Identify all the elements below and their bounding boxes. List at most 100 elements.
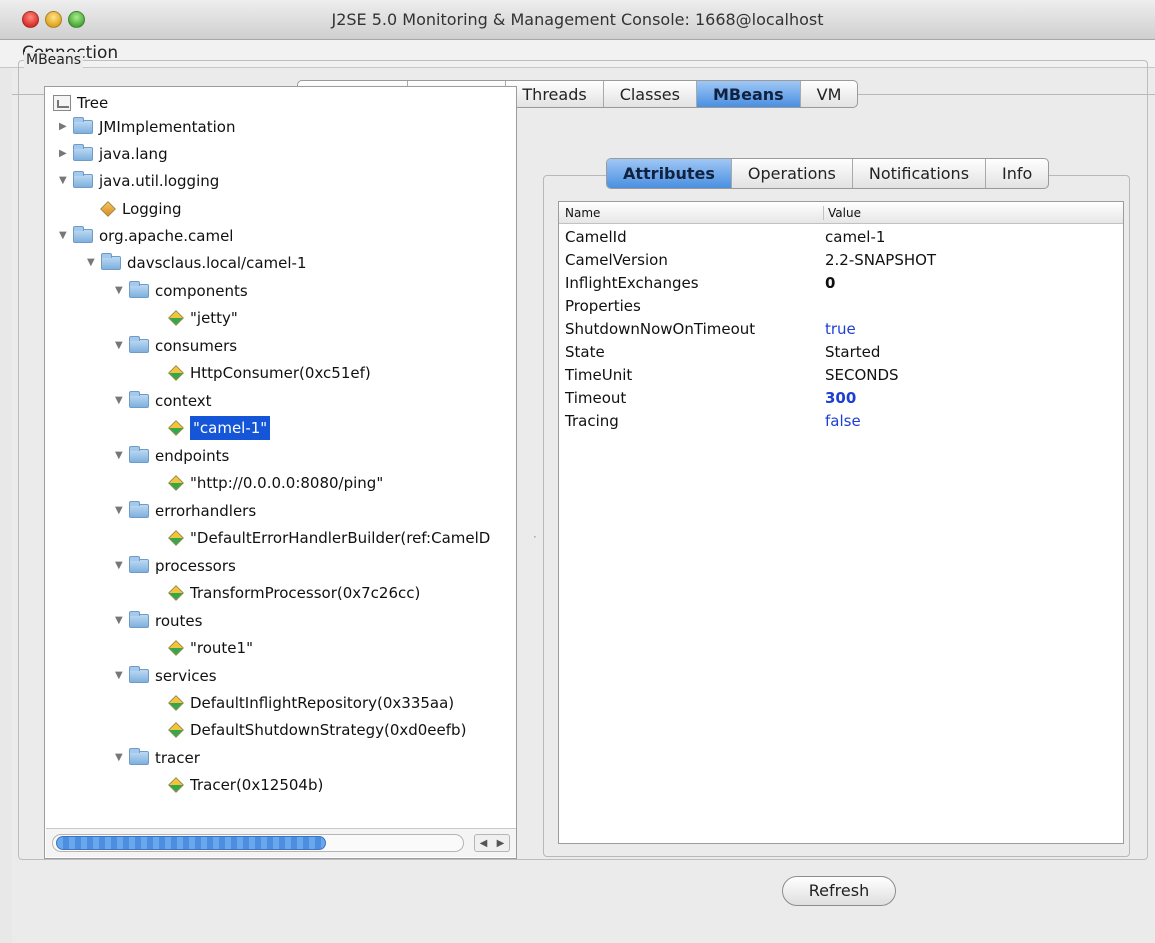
tree-node-label: endpoints xyxy=(155,447,230,465)
tree-leaf-label: Tracer(0x12504b) xyxy=(190,776,324,794)
collapse-triangle-icon[interactable]: ▼ xyxy=(115,444,129,468)
collapse-triangle-icon[interactable]: ▼ xyxy=(115,664,129,688)
table-row[interactable]: Tracing false xyxy=(559,410,1123,433)
attribute-value[interactable]: 0 xyxy=(825,274,835,292)
table-row[interactable]: CamelVersion 2.2-SNAPSHOT xyxy=(559,249,1123,272)
folder-icon xyxy=(129,446,149,463)
collapse-triangle-icon[interactable]: ▼ xyxy=(115,499,129,523)
attributes-table[interactable]: Name Value CamelId camel-1 CamelVersion … xyxy=(558,201,1124,844)
collapse-triangle-icon[interactable]: ▼ xyxy=(115,389,129,413)
tree-node[interactable]: ▼ errorhandlers xyxy=(115,499,256,523)
collapse-triangle-icon[interactable]: ▼ xyxy=(115,279,129,303)
table-row[interactable]: State Started xyxy=(559,341,1123,364)
table-row[interactable]: CamelId camel-1 xyxy=(559,226,1123,249)
scroll-right-arrow-icon[interactable]: ▶ xyxy=(497,838,505,849)
tab-notifications[interactable]: Notifications xyxy=(853,159,987,188)
attribute-value[interactable]: 300 xyxy=(825,389,856,407)
folder-icon xyxy=(129,611,149,628)
tree-node-label: consumers xyxy=(155,337,238,355)
tree-leaf-label: HttpConsumer(0xc51ef) xyxy=(190,364,371,382)
tree-node[interactable]: ▼ consumers xyxy=(115,334,237,358)
attribute-name: Timeout xyxy=(565,389,627,407)
tree-root[interactable]: Tree xyxy=(53,91,108,115)
tree-node[interactable]: ▼ java.util.logging xyxy=(59,169,219,193)
tree-leaf[interactable]: "http://0.0.0.0:8080/ping" xyxy=(168,471,384,495)
tree-node-label: context xyxy=(155,392,212,410)
folder-icon xyxy=(129,336,149,353)
split-pane-divider-grip-icon[interactable]: · xyxy=(533,530,537,544)
scroll-left-arrow-icon[interactable]: ◀ xyxy=(480,838,488,849)
tree-leaf[interactable]: HttpConsumer(0xc51ef) xyxy=(168,361,371,385)
expand-triangle-icon[interactable]: ▶ xyxy=(59,142,73,166)
tree-horizontal-scrollbar[interactable]: ◀ ▶ xyxy=(46,828,516,857)
tree-node[interactable]: ▼ components xyxy=(115,279,248,303)
attribute-name: InflightExchanges xyxy=(565,274,699,292)
tree-leaf[interactable]: "route1" xyxy=(168,636,253,660)
expand-triangle-icon[interactable]: ▶ xyxy=(59,115,73,139)
tab-info[interactable]: Info xyxy=(986,159,1048,188)
scrollbar-thumb[interactable] xyxy=(56,836,326,850)
tree-node-label: processors xyxy=(155,557,236,575)
tree-leaf[interactable]: "DefaultErrorHandlerBuilder(ref:CamelD xyxy=(168,526,490,550)
mbean-icon xyxy=(168,530,184,546)
tree-node[interactable]: ▶ java.lang xyxy=(59,142,168,166)
tree-node[interactable]: ▼ org.apache.camel xyxy=(59,224,233,248)
tree-leaf[interactable]: TransformProcessor(0x7c26cc) xyxy=(168,581,420,605)
folder-icon xyxy=(73,171,93,188)
tree-leaf-label: "camel-1" xyxy=(190,416,271,440)
tree-leaf-selected[interactable]: "camel-1" xyxy=(168,416,271,440)
tree-node[interactable]: ▶ JMImplementation xyxy=(59,115,235,139)
collapse-triangle-icon[interactable]: ▼ xyxy=(115,334,129,358)
table-row[interactable]: Timeout 300 xyxy=(559,387,1123,410)
table-row[interactable]: ShutdownNowOnTimeout true xyxy=(559,318,1123,341)
attribute-name: ShutdownNowOnTimeout xyxy=(565,320,756,338)
table-row[interactable]: Properties xyxy=(559,295,1123,318)
tree-leaf[interactable]: "jetty" xyxy=(168,306,238,330)
tree-node[interactable]: ▼ processors xyxy=(115,554,236,578)
collapse-triangle-icon[interactable]: ▼ xyxy=(59,169,73,193)
attribute-value[interactable]: false xyxy=(825,412,861,430)
table-row[interactable]: InflightExchanges 0 xyxy=(559,272,1123,295)
collapse-triangle-icon[interactable]: ▼ xyxy=(87,251,101,275)
table-row[interactable]: TimeUnit SECONDS xyxy=(559,364,1123,387)
mbean-icon xyxy=(168,722,184,738)
tab-operations[interactable]: Operations xyxy=(732,159,853,188)
collapse-triangle-icon[interactable]: ▼ xyxy=(115,609,129,633)
tree-node[interactable]: ▼ routes xyxy=(115,609,202,633)
attribute-name: CamelVersion xyxy=(565,251,668,269)
title-bar: J2SE 5.0 Monitoring & Management Console… xyxy=(0,0,1155,40)
attribute-value: Started xyxy=(825,343,881,361)
tree-node[interactable]: ▼ tracer xyxy=(115,746,200,770)
mbean-icon xyxy=(168,695,184,711)
collapse-triangle-icon[interactable]: ▼ xyxy=(115,554,129,578)
mbean-icon xyxy=(168,777,184,793)
tree-leaf-label: "jetty" xyxy=(190,309,238,327)
tree-leaf[interactable]: DefaultShutdownStrategy(0xd0eefb) xyxy=(168,718,466,742)
scrollbar-track[interactable] xyxy=(52,834,464,852)
tree-node[interactable]: ▼ services xyxy=(115,664,217,688)
attribute-value[interactable]: true xyxy=(825,320,856,338)
attribute-value: camel-1 xyxy=(825,228,886,246)
tree-leaf-label: DefaultInflightRepository(0x335aa) xyxy=(190,694,455,712)
tree-node[interactable]: ▼ context xyxy=(115,389,212,413)
tree-leaf-label: "route1" xyxy=(190,639,253,657)
attribute-value: 2.2-SNAPSHOT xyxy=(825,251,937,269)
tree-leaf[interactable]: Logging xyxy=(100,197,182,221)
tree-leaf[interactable]: Tracer(0x12504b) xyxy=(168,773,324,797)
mbean-icon xyxy=(100,201,116,217)
tree-node[interactable]: ▼ davsclaus.local/camel-1 xyxy=(87,251,307,275)
collapse-triangle-icon[interactable]: ▼ xyxy=(115,746,129,770)
refresh-button[interactable]: Refresh xyxy=(782,876,896,906)
tab-attributes[interactable]: Attributes xyxy=(607,159,732,188)
tree-node[interactable]: ▼ endpoints xyxy=(115,444,229,468)
collapse-triangle-icon[interactable]: ▼ xyxy=(59,224,73,248)
column-header-value[interactable]: Value xyxy=(823,206,861,220)
tree-node-label: davsclaus.local/camel-1 xyxy=(127,254,307,272)
scrollbar-arrows[interactable]: ◀ ▶ xyxy=(474,834,510,852)
mbean-tree[interactable]: Tree ▶ JMImplementation ▶ java.lang ▼ ja… xyxy=(44,86,517,859)
mbean-icon xyxy=(168,365,184,381)
column-header-name[interactable]: Name xyxy=(565,206,600,220)
attribute-name: TimeUnit xyxy=(565,366,633,384)
tree-leaf-label: "http://0.0.0.0:8080/ping" xyxy=(190,474,384,492)
tree-leaf[interactable]: DefaultInflightRepository(0x335aa) xyxy=(168,691,455,715)
